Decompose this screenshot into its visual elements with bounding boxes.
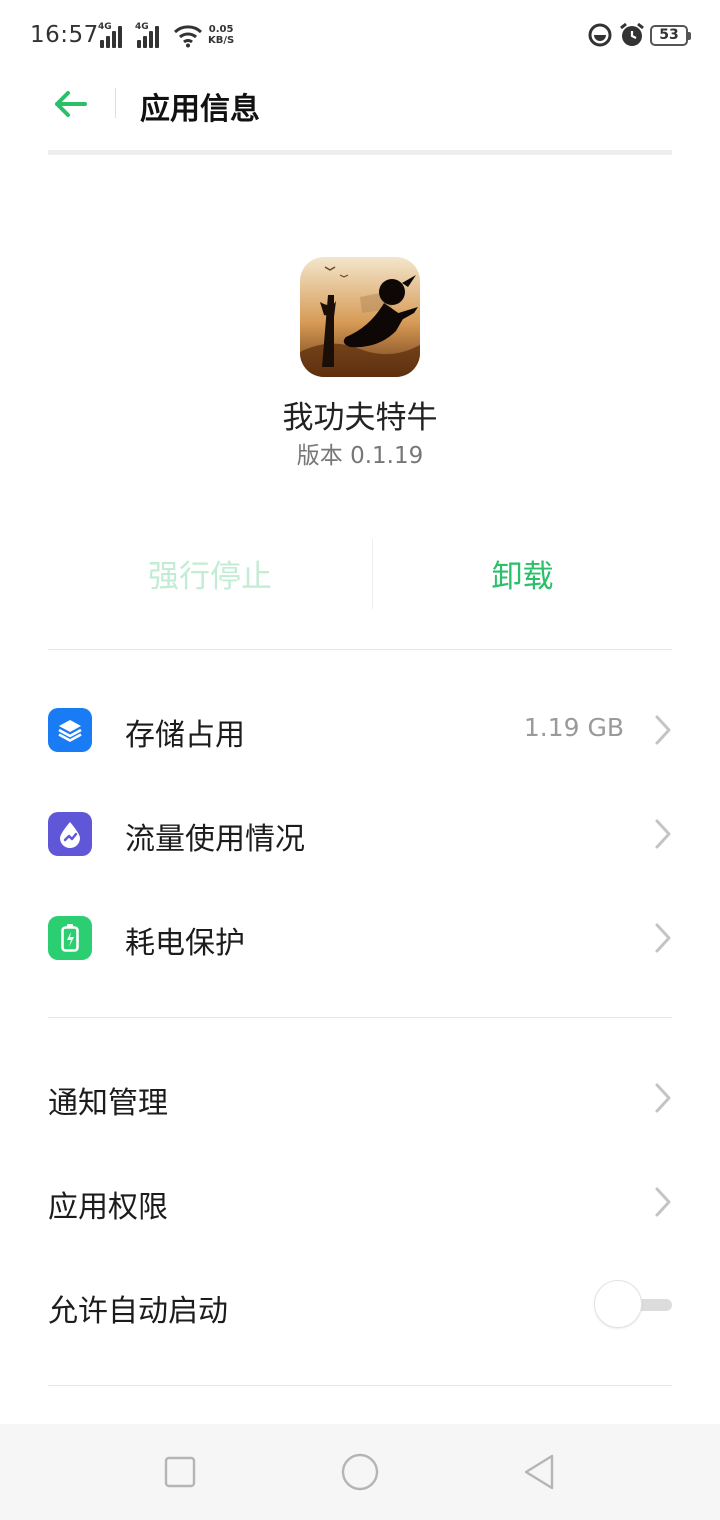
divider — [48, 649, 672, 650]
network-speed: 0.05 KB/S — [208, 24, 235, 46]
header-divider — [115, 88, 116, 118]
chevron-right-icon — [655, 1187, 671, 1217]
data-usage-drop-icon — [48, 812, 92, 856]
notification-management-row[interactable]: 通知管理 — [48, 1048, 672, 1148]
storage-usage-row[interactable]: 存储占用 1.19 GB — [48, 680, 672, 780]
app-permissions-label: 应用权限 — [48, 1190, 168, 1225]
auto-start-toggle[interactable] — [594, 1280, 672, 1330]
data-usage-label: 流量使用情况 — [125, 822, 305, 857]
toggle-knob — [594, 1280, 642, 1328]
eye-comfort-icon — [588, 23, 612, 47]
app-icon — [300, 257, 420, 377]
app-permissions-row[interactable]: 应用权限 — [48, 1152, 672, 1252]
back-button[interactable] — [48, 82, 92, 126]
app-name: 我功夫特牛 — [282, 400, 438, 436]
storage-usage-value: 1.19 GB — [523, 713, 624, 742]
top-divider — [48, 150, 672, 155]
back-triangle-icon[interactable] — [520, 1452, 560, 1492]
app-bar: 应用信息 — [0, 72, 720, 134]
storage-layers-icon — [48, 708, 92, 752]
chevron-right-icon — [655, 1083, 671, 1113]
force-stop-button[interactable]: 强行停止 — [48, 535, 372, 611]
status-time: 16:57 — [30, 22, 99, 48]
battery-protect-icon — [48, 916, 92, 960]
data-usage-row[interactable]: 流量使用情况 — [48, 784, 672, 884]
status-bar: 16:57 4G 4G 0.05 KB/S 53 — [0, 0, 720, 72]
divider — [48, 1017, 672, 1018]
divider — [48, 1385, 672, 1386]
auto-start-label: 允许自动启动 — [48, 1294, 228, 1329]
notification-management-label: 通知管理 — [48, 1086, 168, 1121]
page-title: 应用信息 — [140, 92, 260, 127]
back-arrow-icon — [55, 91, 87, 117]
battery-protection-label: 耗电保护 — [125, 926, 245, 961]
chevron-right-icon — [655, 923, 671, 953]
chevron-right-icon — [655, 715, 671, 745]
signal-strength-icon: 4G — [98, 22, 128, 48]
auto-start-row: 允许自动启动 — [48, 1256, 672, 1356]
battery-protection-row[interactable]: 耗电保护 — [48, 888, 672, 988]
app-version: 版本 0.1.19 — [296, 443, 424, 469]
storage-usage-label: 存储占用 — [125, 718, 245, 753]
battery-icon: 53 — [650, 25, 691, 46]
alarm-clock-icon — [620, 22, 644, 46]
action-buttons: 强行停止 卸载 — [48, 535, 672, 611]
home-circle-icon[interactable] — [340, 1452, 380, 1492]
uninstall-button[interactable]: 卸载 — [373, 535, 672, 611]
chevron-right-icon — [655, 819, 671, 849]
recent-apps-square-icon[interactable] — [160, 1452, 200, 1492]
signal-strength-icon-2: 4G — [135, 22, 165, 48]
navigation-bar — [0, 1424, 720, 1520]
wifi-icon — [173, 25, 203, 48]
